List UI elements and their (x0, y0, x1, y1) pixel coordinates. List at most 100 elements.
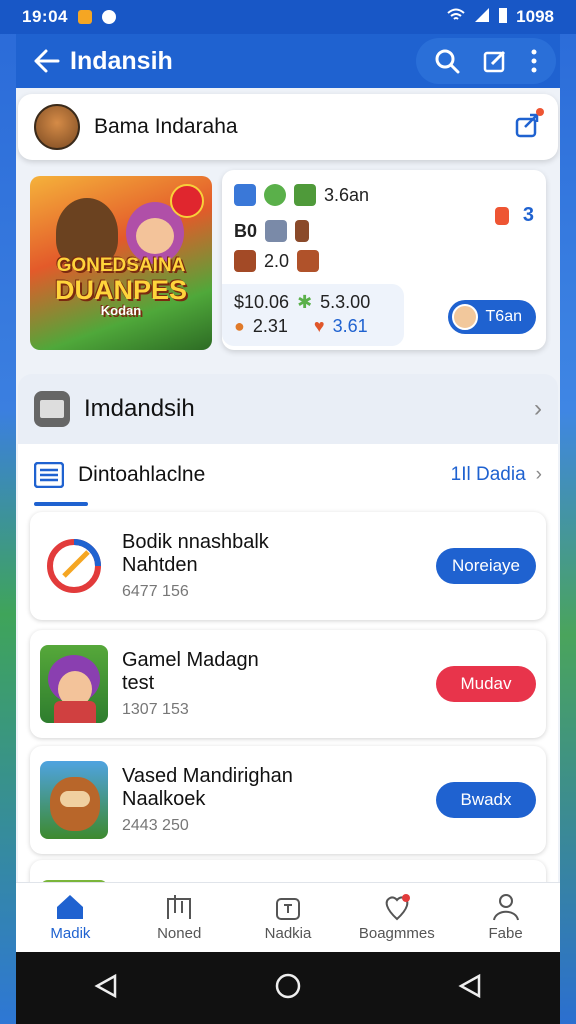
controller-icon (265, 220, 288, 242)
notification-icon (77, 10, 92, 24)
system-back-button[interactable] (93, 973, 119, 1004)
stats-pill-label: T6an (485, 308, 522, 325)
coin-icon: ● (234, 316, 245, 336)
status-bar: 19:04 1098 (0, 0, 576, 34)
list-icon (34, 462, 64, 488)
nav-item-store[interactable]: Nadkia (234, 883, 343, 952)
wood-icon (234, 250, 256, 272)
system-navigation-bar (16, 952, 560, 1024)
home-icon (57, 895, 84, 919)
item-name: Vased Mandirighan (122, 765, 293, 787)
item-action-button[interactable]: Noreiaye (436, 548, 536, 584)
compass-logo-icon (47, 539, 101, 593)
list-item[interactable]: Vased Mandirighan Naalkoek 2443 250 Bwad… (30, 746, 546, 854)
flag-icon (494, 206, 509, 225)
banner-logo-line1: GONEDSAINA (56, 255, 186, 276)
nav-item-news[interactable]: Noned (125, 883, 234, 952)
nav-label-home: Madik (50, 925, 91, 942)
stats-value-1: 3.6an (324, 184, 370, 205)
bag-icon (275, 898, 300, 920)
circle-home-icon (275, 973, 301, 998)
more-vert-icon (531, 49, 537, 73)
stats-pill-button[interactable]: T6an (447, 300, 536, 334)
leaf-icon (264, 184, 286, 206)
stats-value-5a: 2.31 (252, 316, 288, 336)
user-name: Bama Indaraha (94, 115, 238, 138)
notification-dot (536, 107, 544, 116)
list-see-all-label: 1Il Dadia (450, 464, 526, 485)
battery-level: 1098 (516, 7, 554, 26)
item-meta: 2443 250 (122, 817, 189, 834)
banner-logo: GONEDSAINA DUANPES Kodan (30, 256, 212, 318)
chevron-right-icon: › (534, 395, 542, 422)
stats-row-1: 3.6an (234, 184, 369, 206)
list-title: Dintoahlaclne (78, 463, 206, 486)
nav-item-home[interactable]: Madik (16, 883, 125, 952)
battery-icon (498, 6, 508, 29)
stats-row-3: 2.0 (234, 250, 320, 272)
item-name: Gamel Madagn (122, 649, 259, 671)
app-section-icon (34, 391, 70, 427)
section-title: Imdandsih (84, 395, 195, 422)
triangle-back-icon (94, 973, 117, 998)
item-subtitle: test (122, 672, 155, 694)
app-thumbnail (40, 645, 108, 723)
list-header: Dintoahlaclne 1Il Dadia › (18, 444, 558, 506)
item-action-button[interactable]: Mudav (436, 666, 536, 702)
person-icon (492, 894, 519, 921)
item-icon (295, 220, 310, 242)
search-icon (435, 49, 460, 74)
background-right (558, 0, 576, 1024)
page-title: Indansih (70, 46, 173, 75)
stats-value-3: 2.0 (264, 250, 290, 271)
item-info: Vased Mandirighan Naalkoek 2443 250 (122, 765, 436, 835)
stats-value-4a: $10.06 (234, 292, 290, 312)
share-button[interactable] (514, 107, 544, 144)
item-subtitle: Naalkoek (122, 788, 206, 810)
appbar-actions (416, 38, 556, 84)
nav-item-profile[interactable]: Fabe (451, 883, 560, 952)
banner-logo-line3: Kodan (100, 303, 142, 319)
wifi-icon (446, 7, 466, 28)
game-banner[interactable]: GONEDSAINA DUANPES Kodan (30, 176, 212, 350)
nav-label-store: Nadkia (264, 925, 312, 942)
list-item[interactable]: Gamel Madagn test 1307 153 Mudav (30, 630, 546, 738)
character-face-image (136, 218, 174, 254)
item-subtitle: Nahtden (122, 554, 198, 576)
avatar (34, 104, 80, 150)
search-button[interactable] (434, 48, 460, 74)
signal-icon (474, 7, 490, 28)
item-info: Bodik nnashbalk Nahtden 6477 156 (122, 531, 436, 601)
banner-badge (170, 184, 204, 218)
pill-avatar (451, 304, 478, 330)
heart-icon: ♥ (313, 316, 325, 336)
game-icon (234, 184, 256, 206)
heart-location-icon (385, 894, 410, 921)
item-name: Bodik nnashbalk (122, 531, 269, 553)
user-card[interactable]: Bama Indaraha (18, 94, 558, 160)
app-thumbnail (40, 527, 108, 605)
stats-value-5b: 3.61 (332, 316, 368, 336)
nav-item-games[interactable]: Boagmmes (342, 883, 451, 952)
item-action-button[interactable]: Bwadx (436, 782, 536, 818)
compose-button[interactable] (482, 48, 508, 74)
system-home-button[interactable] (274, 972, 302, 1005)
more-menu-button[interactable] (530, 48, 538, 74)
nav-label-profile: Fabe (488, 925, 523, 942)
gem-icon (294, 184, 316, 206)
banner-logo-line2: DUANPES (54, 274, 188, 305)
stats-card: 3.6an B0 2.0 3 $10.06 ✱ 5.3.00 ● 2.31 ♥ … (222, 170, 546, 350)
sync-icon (101, 10, 116, 24)
system-recents-button[interactable] (457, 973, 483, 1004)
triangle-recents-icon (458, 973, 480, 998)
list-item[interactable]: Bodik nnashbalk Nahtden 6477 156 Noreiay… (30, 512, 546, 620)
back-button[interactable] (16, 46, 70, 76)
app-thumbnail (40, 761, 108, 839)
bottom-navigation: Madik Noned Nadkia Boagmmes Fabe (16, 882, 560, 952)
main-content: Bama Indaraha GONEDSAINA DUANPES Kodan 3… (16, 88, 560, 952)
nav-label-games: Boagmmes (358, 925, 435, 942)
list-see-all-link[interactable]: 1Il Dadia › (451, 464, 542, 486)
stats-corner-value: 3 (522, 204, 534, 226)
section-header[interactable]: Imdandsih › (18, 374, 558, 444)
nav-label-news: Noned (157, 925, 202, 942)
